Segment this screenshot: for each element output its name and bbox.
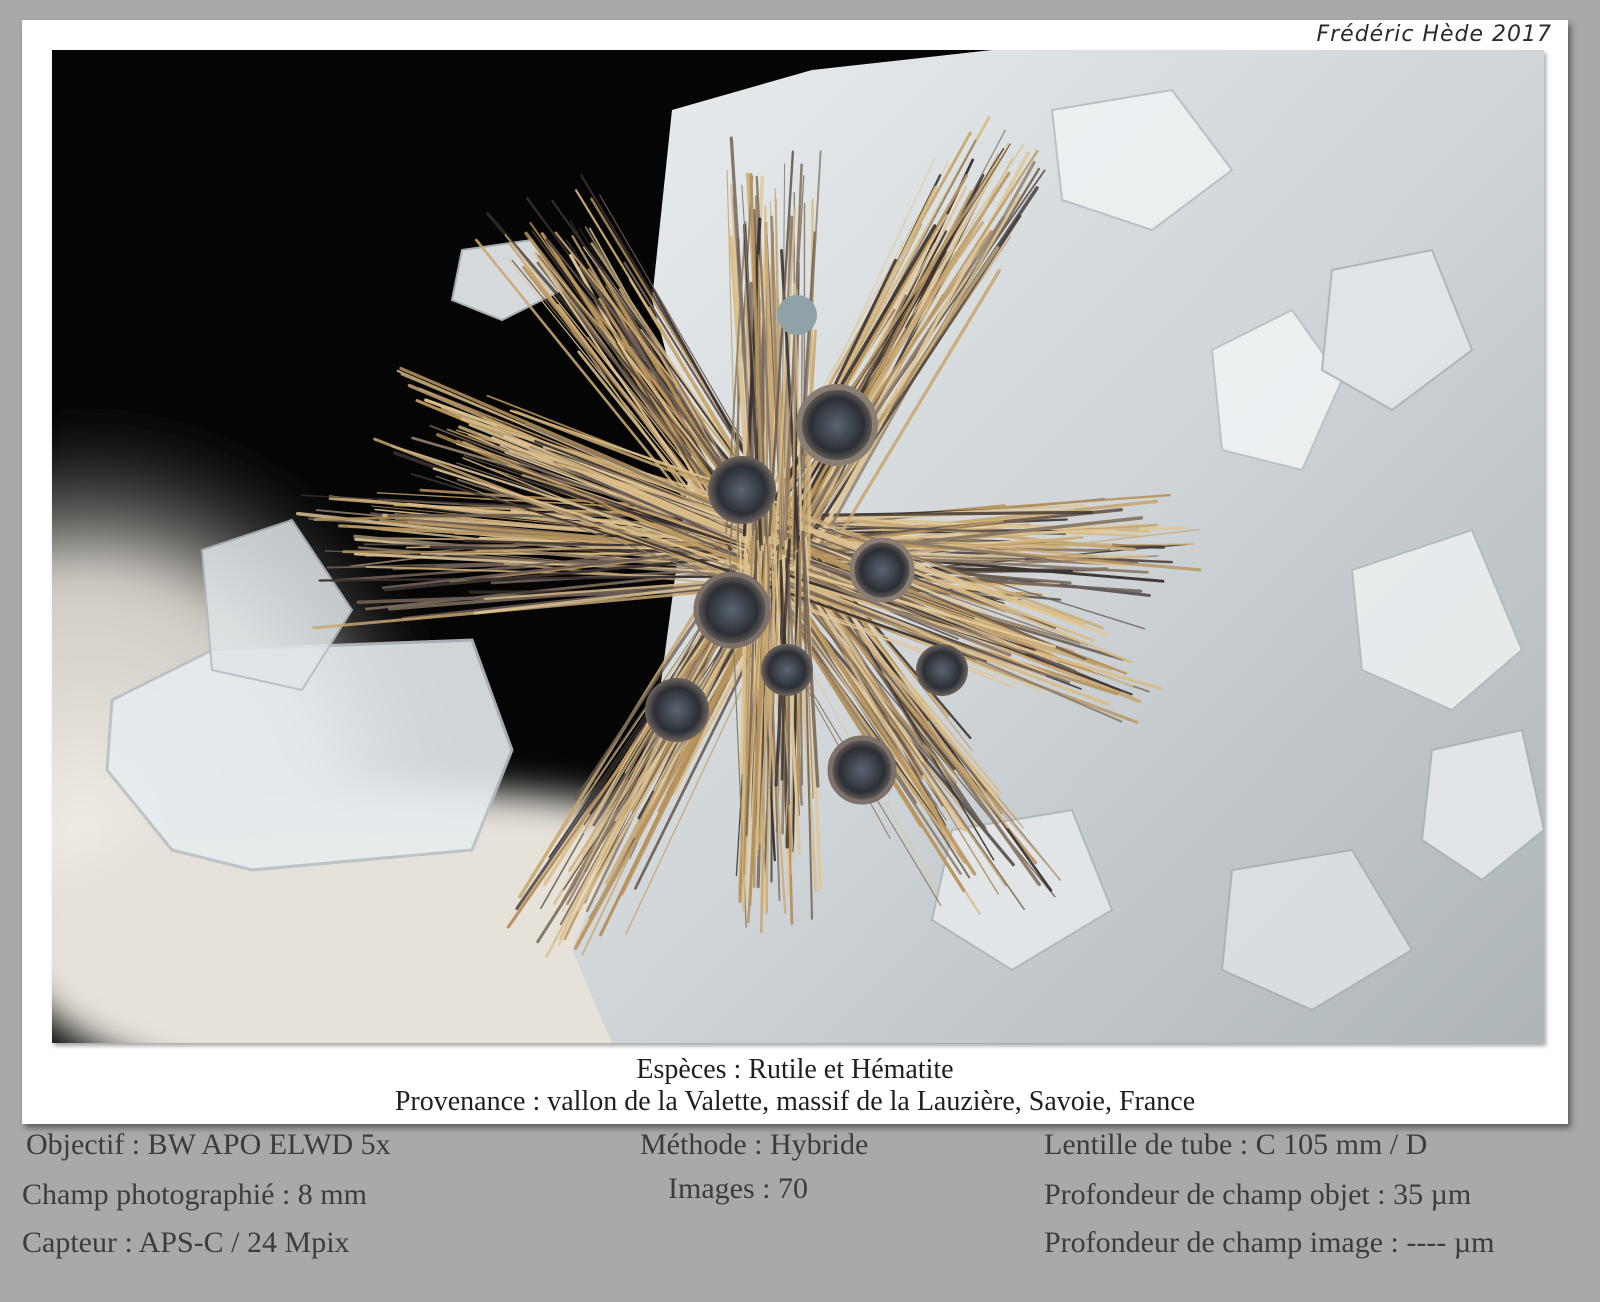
species-caption: Espèces : Rutile et Hématite [636,1054,954,1085]
spec-method: Méthode : Hybride [640,1128,869,1161]
spec-object-dof: Profondeur de champ objet : 35 µm [1044,1178,1472,1211]
mineral-photo [52,50,1544,1043]
spec-image-dof: Profondeur de champ image : ---- µm [1044,1226,1495,1259]
spec-images: Images : 70 [668,1172,808,1205]
spec-field: Champ photographié : 8 mm [22,1178,367,1211]
spec-objective: Objectif : BW APO ELWD 5x [26,1128,391,1161]
photographer-credit: Frédéric Hède 2017 [1316,22,1552,47]
spec-tube-lens: Lentille de tube : C 105 mm / D [1044,1128,1428,1161]
origin-caption: Provenance : vallon de la Valette, massi… [394,1086,1196,1117]
mineral-photo-illustration [52,50,1544,1043]
spec-sensor: Capteur : APS-C / 24 Mpix [22,1226,350,1259]
